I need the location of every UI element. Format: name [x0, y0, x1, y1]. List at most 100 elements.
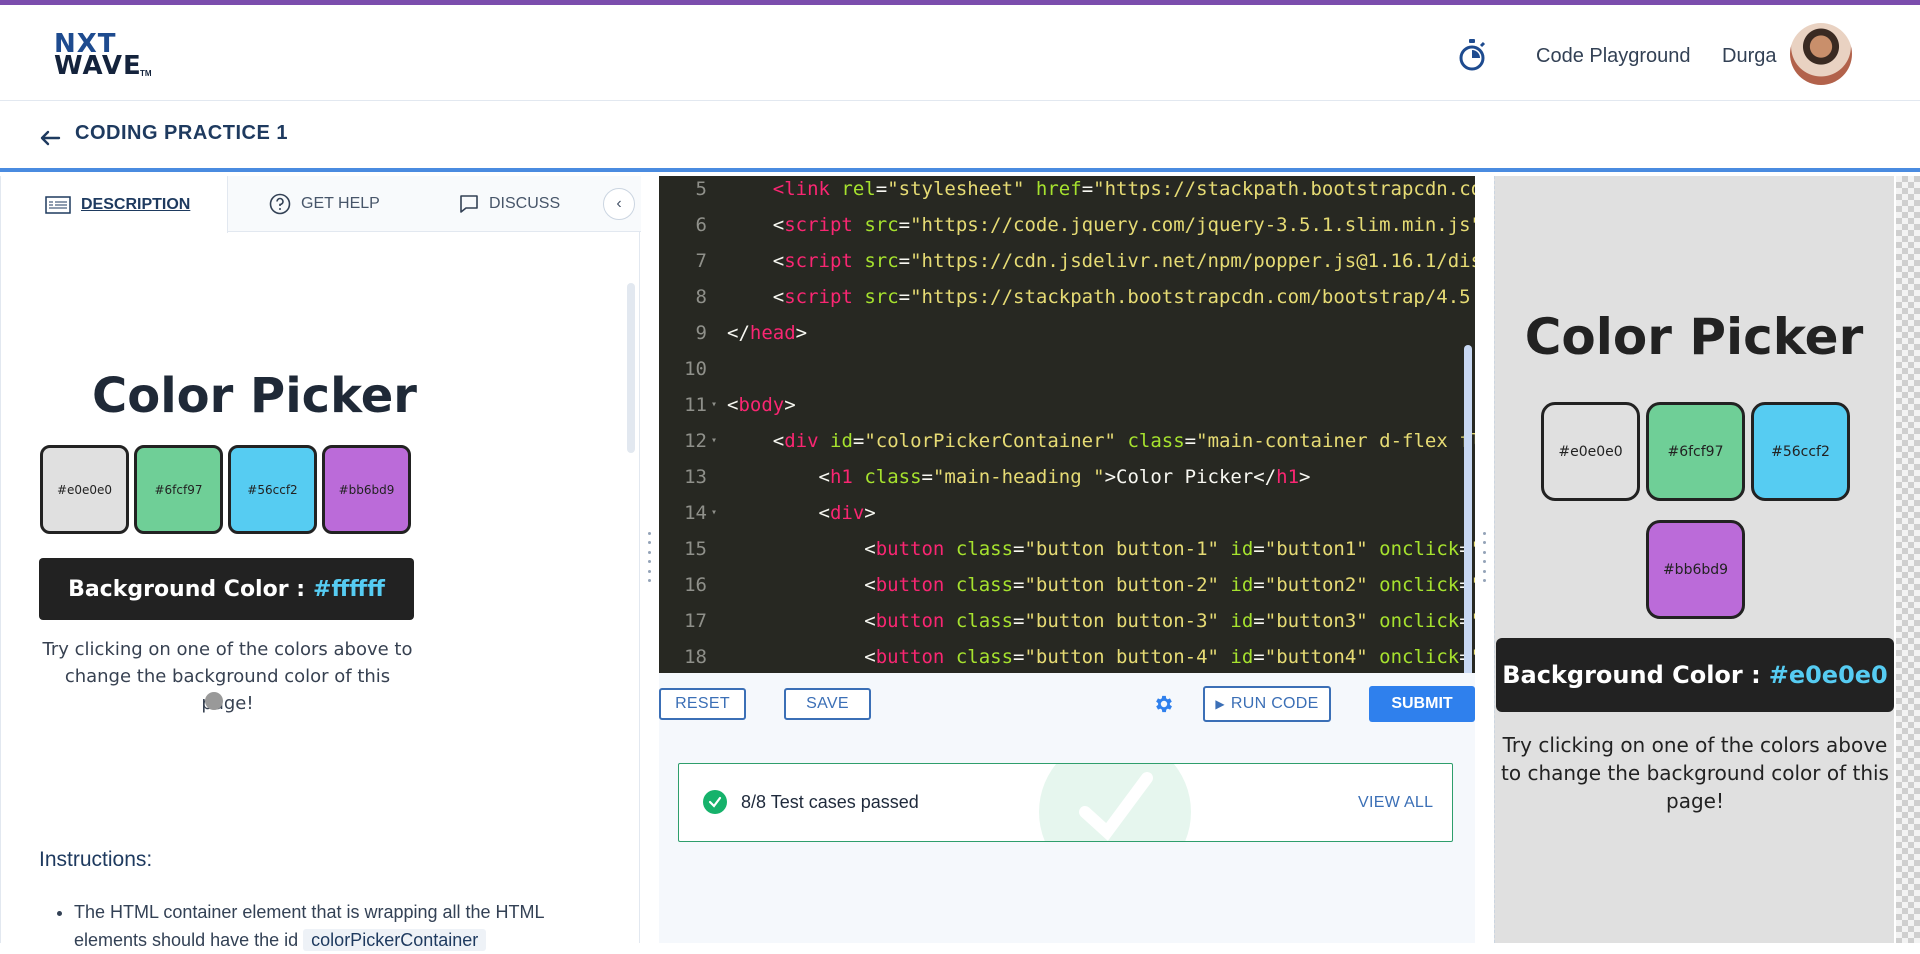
test-status-text: 8/8 Test cases passed — [741, 792, 919, 812]
code-line[interactable]: 9 </head> — [659, 315, 1475, 351]
instruction-item: The HTML container element that is wrapp… — [74, 898, 596, 954]
cursor-indicator — [205, 692, 223, 710]
preview-resize-strip[interactable] — [1896, 176, 1920, 943]
line-number: 18 — [684, 646, 707, 668]
top-navbar: NXT WAVE TM Code Playground Durga — [0, 5, 1920, 101]
practice-subheader — [0, 101, 1920, 172]
check-circle-icon — [703, 790, 727, 814]
line-number: 10 — [684, 358, 707, 380]
view-all-link[interactable]: VIEW ALL — [1358, 794, 1433, 812]
nxtwave-logo[interactable]: NXT WAVE TM — [54, 29, 154, 81]
run-code-label: RUN CODE — [1230, 695, 1319, 712]
line-number: 14 — [684, 502, 707, 524]
tab-discuss[interactable]: DISCUSS — [459, 176, 560, 232]
code-line[interactable]: 15 <button class="button button-1" id="b… — [659, 531, 1475, 567]
fold-arrow-icon[interactable]: ▾ — [711, 387, 717, 423]
code-text: <h1 class="main-heading ">Color Picker</… — [818, 466, 1311, 488]
code-line[interactable]: 17 <button class="button button-3" id="b… — [659, 603, 1475, 639]
example-background-bar: Background Color : #ffffff — [39, 558, 414, 620]
code-text: <button class="button button-1" id="butt… — [864, 538, 1475, 560]
code-line[interactable]: 7 <script src="https://cdn.jsdelivr.net/… — [659, 243, 1475, 279]
line-number: 9 — [695, 322, 707, 344]
line-number: 6 — [695, 214, 707, 236]
back-arrow-icon[interactable] — [38, 124, 62, 148]
panel-tabs: DESCRIPTION GET HELP DISCUSS ‹ — [1, 176, 641, 233]
code-text: <button class="button button-2" id="butt… — [864, 574, 1475, 596]
save-button[interactable]: SAVE — [784, 688, 871, 720]
left-resize-handle[interactable] — [646, 532, 652, 582]
code-text: <div id="colorPickerContainer" class="ma… — [772, 430, 1475, 452]
line-number: 16 — [684, 574, 707, 596]
preview-swatch-button[interactable]: #6fcf97 — [1646, 402, 1745, 501]
example-description-text: Try clicking on one of the colors above … — [42, 639, 413, 714]
code-line[interactable]: 12 ▾ <div id="colorPickerContainer" class… — [659, 423, 1475, 459]
tab-description-label: DESCRIPTION — [81, 195, 191, 213]
tab-discuss-label: DISCUSS — [489, 195, 561, 212]
instruction-code: colorPickerContainer — [303, 929, 487, 951]
tab-get-help-label: GET HELP — [301, 195, 380, 212]
example-swatch: #bb6bd9 — [322, 445, 411, 534]
code-text: <body> — [727, 394, 796, 416]
preview-title: Color Picker — [1524, 308, 1864, 366]
code-playground-link[interactable]: Code Playground — [1536, 45, 1691, 68]
tab-description[interactable]: DESCRIPTION — [1, 176, 228, 233]
reset-button[interactable]: RESET — [659, 688, 746, 720]
collapse-panel-button[interactable]: ‹ — [603, 188, 635, 220]
code-line[interactable]: 18 <button class="button button-4" id="b… — [659, 639, 1475, 673]
tab-get-help[interactable]: GET HELP — [269, 176, 380, 232]
run-code-button[interactable]: ▶ RUN CODE — [1203, 686, 1331, 722]
user-name[interactable]: Durga — [1722, 45, 1776, 68]
code-line[interactable]: 13 <h1 class="main-heading ">Color Picke… — [659, 459, 1475, 495]
gear-icon[interactable] — [1153, 693, 1175, 715]
code-text: </head> — [727, 322, 808, 344]
code-line[interactable]: 6 <script src="https://code.jquery.com/j… — [659, 207, 1475, 243]
logo-trademark: TM — [140, 69, 152, 78]
chevron-left-icon: ‹ — [616, 195, 622, 212]
preview-background-bar: Background Color : #e0e0e0 — [1496, 638, 1894, 712]
code-editor[interactable]: 5 <link rel="stylesheet" href="https://s… — [659, 176, 1475, 673]
code-text: <script src="https://stackpath.bootstrap… — [772, 286, 1475, 308]
preview-swatch-button[interactable]: #56ccf2 — [1751, 402, 1850, 501]
line-number: 11 — [684, 394, 707, 416]
example-bar-label: Background Color : — [68, 576, 306, 602]
code-line[interactable]: 14 ▾ <div> — [659, 495, 1475, 531]
submit-button[interactable]: SUBMIT — [1369, 686, 1475, 722]
chat-icon — [460, 195, 478, 213]
code-line[interactable]: 5 <link rel="stylesheet" href="https://s… — [659, 176, 1475, 207]
test-results-card: 8/8 Test cases passed VIEW ALL — [678, 763, 1453, 842]
line-number: 15 — [684, 538, 707, 560]
code-text: <link rel="stylesheet" href="https://sta… — [772, 178, 1475, 200]
fold-arrow-icon[interactable]: ▾ — [711, 423, 717, 459]
preview-swatch-button[interactable]: #e0e0e0 — [1541, 402, 1640, 501]
code-text: <div> — [818, 502, 876, 524]
avatar[interactable] — [1790, 23, 1852, 85]
code-text: <button class="button button-4" id="butt… — [864, 646, 1475, 668]
example-swatch: #6fcf97 — [134, 445, 223, 534]
description-scrollbar[interactable] — [627, 283, 635, 453]
example-swatches: #e0e0e0 #6fcf97 #56ccf2 #bb6bd9 — [40, 445, 411, 534]
example-swatch: #56ccf2 — [228, 445, 317, 534]
line-number: 7 — [695, 250, 707, 272]
example-swatch: #e0e0e0 — [40, 445, 129, 534]
stopwatch-icon[interactable] — [1457, 38, 1487, 72]
code-line[interactable]: 16 <button class="button button-2" id="b… — [659, 567, 1475, 603]
code-line[interactable]: 10 — [659, 351, 1475, 387]
code-text: <button class="button button-3" id="butt… — [864, 610, 1475, 632]
preview-swatch-button[interactable]: #bb6bd9 — [1646, 520, 1745, 619]
code-line[interactable]: 11 ▾ <body> — [659, 387, 1475, 423]
description-icon — [45, 195, 71, 214]
example-bar-value: #ffffff — [313, 576, 385, 602]
fold-arrow-icon[interactable]: ▾ — [711, 495, 717, 531]
right-resize-handle[interactable] — [1481, 532, 1487, 582]
success-watermark-icon — [1039, 764, 1191, 841]
instructions-list: The HTML container element that is wrapp… — [56, 898, 596, 954]
help-circle-icon — [269, 193, 291, 215]
page-title: CODING PRACTICE 1 — [75, 122, 288, 144]
code-text: <script src="https://cdn.jsdelivr.net/np… — [772, 250, 1475, 272]
line-number: 13 — [684, 466, 707, 488]
preview-description-text: Try clicking on one of the colors above … — [1501, 733, 1889, 813]
play-icon: ▶ — [1215, 697, 1225, 711]
line-number: 8 — [695, 286, 707, 308]
instructions-heading: Instructions: — [39, 848, 153, 871]
code-line[interactable]: 8 <script src="https://stackpath.bootstr… — [659, 279, 1475, 315]
